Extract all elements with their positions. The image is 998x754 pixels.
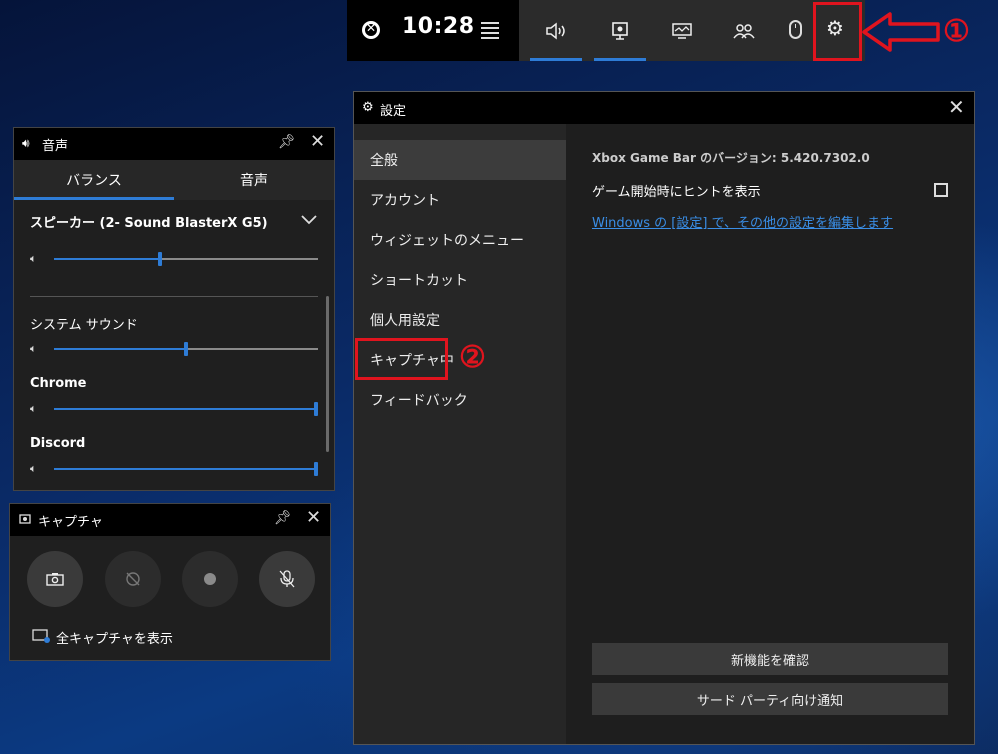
annotation-marker-2: ② bbox=[459, 340, 486, 375]
system-volume-icon[interactable]: 🔈︎ bbox=[30, 342, 37, 356]
device-volume-thumb[interactable] bbox=[158, 252, 162, 266]
camera-icon bbox=[46, 573, 64, 586]
windows-settings-link[interactable]: Windows の [設定] で、その他の設定を編集します bbox=[592, 212, 893, 231]
annotation-box-settings bbox=[813, 2, 862, 61]
nav-feedback[interactable]: フィードバック bbox=[354, 380, 566, 420]
capture-icon[interactable] bbox=[588, 0, 652, 61]
nav-personalization[interactable]: 個人用設定 bbox=[354, 300, 566, 340]
app-name-system: システム サウンド bbox=[30, 318, 138, 333]
capture-widget: キャプチャ 📌︎ ✕ 全キャプチャを表示 bbox=[9, 503, 331, 661]
chrome-volume-thumb[interactable] bbox=[314, 402, 318, 416]
chrome-volume-icon[interactable]: 🔈︎ bbox=[30, 402, 37, 416]
whats-new-button[interactable]: 新機能を確認 bbox=[592, 643, 948, 675]
clock-time: 10:28 bbox=[402, 14, 475, 39]
nav-account[interactable]: アカウント bbox=[354, 180, 566, 220]
pin-icon[interactable]: 📌︎ bbox=[274, 510, 292, 526]
hint-checkbox[interactable] bbox=[934, 183, 948, 197]
hint-label: ゲーム開始時にヒントを表示 bbox=[592, 185, 761, 200]
sound-widget: 🔊︎ 音声 📌︎ ✕ バランス 音声 スピーカー (2- Sound Blast… bbox=[13, 127, 335, 491]
version-text: Xbox Game Bar のバージョン: 5.420.7302.0 bbox=[592, 151, 870, 165]
settings-titlebar bbox=[354, 92, 974, 124]
settings-gear-icon: ⚙ bbox=[362, 100, 374, 115]
audio-icon[interactable] bbox=[524, 0, 588, 61]
system-volume-thumb[interactable] bbox=[184, 342, 188, 356]
close-icon[interactable]: ✕ bbox=[948, 95, 965, 119]
discord-volume-icon[interactable]: 🔈︎ bbox=[30, 462, 37, 476]
record-last-icon bbox=[126, 572, 140, 586]
sound-widget-title: 音声 bbox=[42, 139, 69, 154]
discord-volume-thumb[interactable] bbox=[314, 462, 318, 476]
record-icon bbox=[204, 573, 216, 585]
gallery-icon[interactable] bbox=[32, 628, 50, 648]
third-party-notices-button[interactable]: サード パーティ向け通知 bbox=[592, 683, 948, 715]
app-name-discord: Discord bbox=[30, 436, 86, 451]
app-name-chrome: Chrome bbox=[30, 376, 87, 391]
record-last-button[interactable] bbox=[105, 551, 161, 607]
nav-widget-menu[interactable]: ウィジェットのメニュー bbox=[354, 220, 566, 260]
chevron-down-icon[interactable] bbox=[300, 214, 318, 226]
tab-balance[interactable]: バランス bbox=[14, 160, 174, 200]
settings-window: ⚙ 設定 ✕ 全般 アカウント ウィジェットのメニュー ショートカット 個人用設… bbox=[353, 91, 975, 745]
performance-icon[interactable] bbox=[650, 0, 714, 61]
device-volume-icon[interactable]: 🔈︎ bbox=[30, 252, 37, 266]
menu-icon[interactable] bbox=[481, 22, 499, 39]
chrome-volume-slider[interactable] bbox=[54, 408, 318, 410]
close-icon[interactable]: ✕ bbox=[310, 131, 325, 152]
capture-widget-icon bbox=[19, 513, 31, 528]
screenshot-button[interactable] bbox=[27, 551, 83, 607]
xbox-icon[interactable] bbox=[362, 21, 380, 39]
speaker-icon: 🔊︎ bbox=[22, 136, 30, 150]
annotation-marker-1: ① bbox=[943, 14, 970, 49]
tab-audio[interactable]: 音声 bbox=[174, 160, 334, 200]
divider bbox=[30, 296, 318, 297]
system-volume-fill bbox=[54, 348, 186, 350]
device-volume-fill bbox=[54, 258, 160, 260]
mic-mute-button[interactable] bbox=[259, 551, 315, 607]
close-icon[interactable]: ✕ bbox=[306, 507, 321, 528]
mouse-icon[interactable] bbox=[789, 20, 802, 39]
settings-title: 設定 bbox=[380, 104, 407, 119]
output-device-name: スピーカー (2- Sound BlasterX G5) bbox=[30, 216, 268, 231]
mic-off-icon bbox=[279, 570, 295, 588]
discord-volume-slider[interactable] bbox=[54, 468, 318, 470]
annotation-arrow-icon bbox=[862, 12, 940, 52]
nav-general[interactable]: 全般 bbox=[354, 140, 566, 180]
social-icon[interactable] bbox=[712, 0, 776, 61]
nav-shortcuts[interactable]: ショートカット bbox=[354, 260, 566, 300]
record-button[interactable] bbox=[182, 551, 238, 607]
scrollbar[interactable] bbox=[326, 296, 329, 452]
annotation-box-capturing bbox=[355, 338, 448, 380]
pin-icon[interactable]: 📌︎ bbox=[278, 134, 296, 150]
capture-widget-title: キャプチャ bbox=[38, 515, 103, 530]
show-all-captures-link[interactable]: 全キャプチャを表示 bbox=[56, 628, 173, 647]
